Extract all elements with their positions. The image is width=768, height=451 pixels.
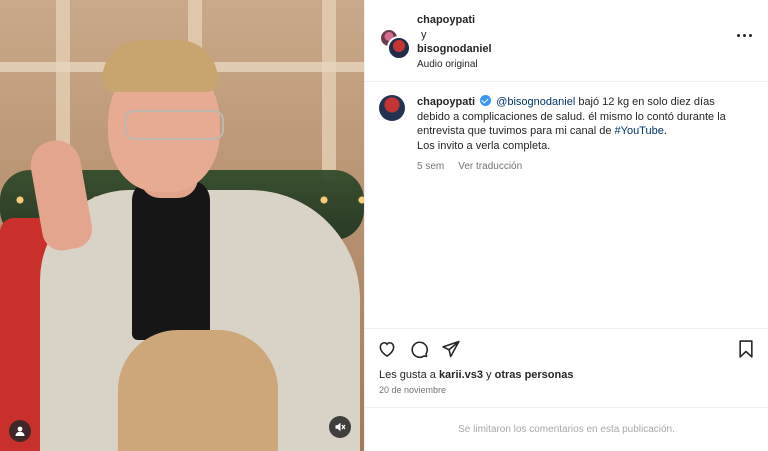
person-hair xyxy=(102,40,218,92)
action-bar xyxy=(365,328,768,368)
caption-meta: 5 sem Ver traducción xyxy=(417,161,754,172)
comments-limited-notice: Se limitaron los comentarios en esta pub… xyxy=(365,407,768,451)
wall-beam xyxy=(322,0,336,180)
caption-line2: Los invito a verla completa. xyxy=(417,139,551,152)
post-age[interactable]: 5 sem xyxy=(417,161,444,172)
person-glasses xyxy=(124,110,224,140)
caption-period: . xyxy=(663,125,667,137)
person-pants xyxy=(118,330,278,451)
heart-icon xyxy=(379,341,395,357)
post-header: chapoypati y bisognodaniel Audio origina… xyxy=(365,0,768,82)
caption-username[interactable]: chapoypati xyxy=(417,96,475,108)
comment-button[interactable] xyxy=(409,339,429,359)
more-options-button[interactable] xyxy=(737,34,752,37)
instagram-post: chapoypati y bisognodaniel Audio origina… xyxy=(0,0,768,451)
more-dot xyxy=(737,34,740,37)
verified-badge-icon xyxy=(480,95,492,106)
other-likers-link[interactable]: otras personas xyxy=(495,369,574,381)
see-translation-link[interactable]: Ver traducción xyxy=(458,161,522,172)
caption-area: chapoypati @bisognodaniel bajó 12 kg en … xyxy=(365,82,768,328)
header-text: chapoypati y bisognodaniel Audio origina… xyxy=(417,10,492,81)
post-video[interactable] xyxy=(0,0,364,451)
mention-link[interactable]: @bisognodaniel xyxy=(496,96,575,108)
bookmark-icon xyxy=(739,339,753,358)
conjunction: y xyxy=(421,29,427,41)
coauthor-username[interactable]: bisognodaniel xyxy=(417,43,492,56)
like-button[interactable] xyxy=(377,339,397,359)
mute-button[interactable] xyxy=(329,416,351,438)
caption-avatar[interactable] xyxy=(379,95,405,121)
liker-username[interactable]: karii.vs3 xyxy=(439,369,483,381)
person-turtleneck xyxy=(132,180,210,340)
collab-avatars[interactable] xyxy=(379,28,415,66)
comment-icon xyxy=(411,340,428,358)
share-icon xyxy=(442,340,460,357)
likes-prefix: Les gusta a xyxy=(379,369,439,381)
caption-text: chapoypati @bisognodaniel bajó 12 kg en … xyxy=(417,95,747,153)
tagged-users-button[interactable] xyxy=(9,420,31,442)
user-icon xyxy=(15,426,25,436)
audio-link[interactable]: Audio original xyxy=(417,58,492,72)
muted-speaker-icon xyxy=(335,422,346,432)
avatar xyxy=(387,36,411,60)
caption-row: chapoypati @bisognodaniel bajó 12 kg en … xyxy=(379,95,754,153)
author-username[interactable]: chapoypati xyxy=(417,14,492,27)
post-date[interactable]: 20 de noviembre xyxy=(365,382,768,407)
likes-summary: Les gusta a karii.vs3 y otras personas xyxy=(365,368,768,382)
share-button[interactable] xyxy=(441,339,461,359)
hashtag-link[interactable]: #YouTube xyxy=(615,125,664,137)
more-dot xyxy=(743,34,746,37)
save-button[interactable] xyxy=(736,339,756,359)
more-dot xyxy=(749,34,752,37)
post-side-panel: chapoypati y bisognodaniel Audio origina… xyxy=(364,0,768,451)
likes-middle: y xyxy=(482,369,495,381)
